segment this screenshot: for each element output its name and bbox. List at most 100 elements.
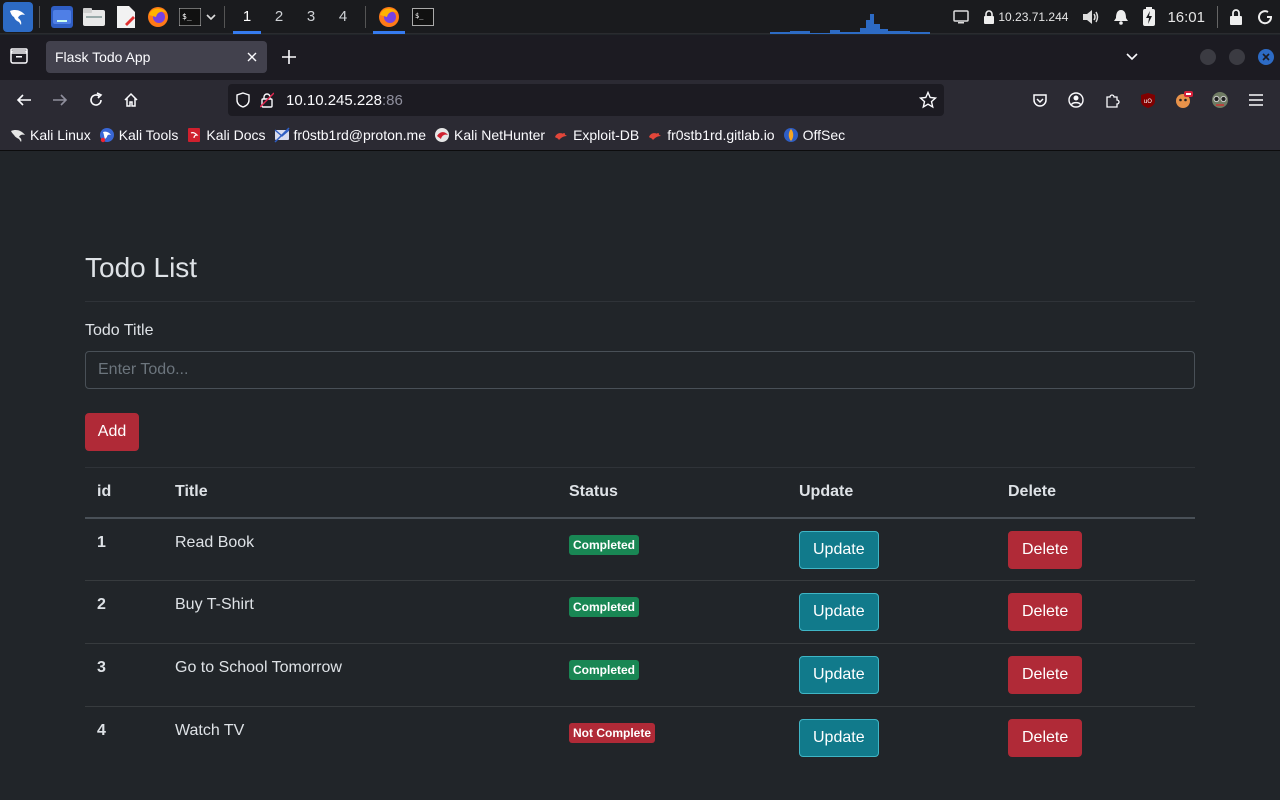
todo-title: Go to School Tomorrow <box>175 659 342 676</box>
todo-id: 2 <box>97 596 106 613</box>
foxyproxy-button[interactable] <box>1174 90 1194 110</box>
kali-menu-button[interactable] <box>3 1 33 32</box>
svg-text:uO: uO <box>1144 98 1153 105</box>
status-badge: Completed <box>569 660 640 680</box>
delete-button[interactable]: Delete <box>1008 593 1083 631</box>
bookmark-label: Kali Linux <box>30 127 91 143</box>
taskbar-firefox-window[interactable] <box>372 0 406 34</box>
show-desktop-launcher[interactable] <box>51 5 73 28</box>
bookmark-proton-mail[interactable]: fr0stb1rd@proton.me <box>273 127 426 143</box>
url-bar[interactable]: 10.10.245.228:86 <box>228 84 944 116</box>
taskbar-terminal-window[interactable]: $_ <box>406 0 440 34</box>
system-tray: 10.23.71.244 16:01 <box>946 0 1280 34</box>
todo-id: 4 <box>97 722 106 739</box>
bookmark-star-button[interactable] <box>918 90 938 114</box>
bookmark-kali-docs[interactable]: Kali Docs <box>186 127 266 143</box>
app-menu-button[interactable] <box>1246 90 1266 110</box>
update-button[interactable]: Update <box>799 593 879 631</box>
table-row: 3 Go to School Tomorrow Completed Update… <box>85 644 1195 707</box>
close-window-button[interactable] <box>1258 49 1274 65</box>
bookmark-kali-linux[interactable]: Kali Linux <box>10 127 91 143</box>
close-tab-button[interactable] <box>240 45 264 69</box>
bookmark-exploit-db[interactable]: Exploit-DB <box>553 127 639 143</box>
extensions-button[interactable] <box>1102 90 1122 110</box>
pocket-button[interactable] <box>1030 90 1050 110</box>
chevron-down-icon <box>206 13 216 20</box>
workspace-3[interactable]: 3 <box>295 0 327 34</box>
shield-icon <box>236 92 250 108</box>
todo-title-input[interactable] <box>85 351 1195 389</box>
text-editor-icon <box>117 5 135 28</box>
hacker-mask-icon <box>1212 92 1228 108</box>
delete-button[interactable]: Delete <box>1008 530 1083 569</box>
firefox-launcher[interactable] <box>147 6 169 28</box>
firefox-icon <box>379 6 399 27</box>
kali-dragon-icon <box>10 9 25 25</box>
arrow-left-icon <box>16 94 31 106</box>
status-badge: Completed <box>569 597 640 617</box>
add-todo-button[interactable]: Add <box>85 413 139 451</box>
lock-screen-button[interactable] <box>1229 9 1243 25</box>
todo-title-label: Todo Title <box>85 322 154 339</box>
tab-flask-todo-app[interactable]: Flask Todo App <box>46 41 267 73</box>
back-button[interactable] <box>14 90 34 110</box>
workspace-4[interactable]: 4 <box>327 0 359 34</box>
text-editor-launcher[interactable] <box>115 5 137 28</box>
panel-separator <box>224 5 225 28</box>
header-delete: Delete <box>1008 483 1057 501</box>
power-status-button[interactable] <box>1142 7 1156 27</box>
todo-table: id Title Status Update Delete 1 Read Boo… <box>85 467 1195 770</box>
vpn-indicator[interactable]: 10.23.71.244 <box>983 10 1068 24</box>
bookmark-label: Kali Tools <box>118 127 179 143</box>
delete-button[interactable]: Delete <box>1008 719 1083 757</box>
workspace-1[interactable]: 1 <box>231 0 263 34</box>
reload-button[interactable] <box>86 90 106 110</box>
workspace-2[interactable]: 2 <box>263 0 295 34</box>
notifications-button[interactable] <box>1114 9 1129 25</box>
table-header-row: id Title Status Update Delete <box>85 467 1195 518</box>
volume-button[interactable] <box>1082 9 1100 25</box>
update-button[interactable]: Update <box>799 656 879 694</box>
ublock-icon: uO <box>1141 93 1155 108</box>
launcher-dropdown[interactable] <box>206 13 218 20</box>
delete-button[interactable]: Delete <box>1008 656 1083 694</box>
update-button[interactable]: Update <box>799 719 879 757</box>
site-info-button[interactable] <box>260 92 276 108</box>
header-update: Update <box>799 483 854 501</box>
minimize-window-button[interactable] <box>1200 49 1216 65</box>
title-divider <box>85 301 1195 302</box>
firefox-view-button[interactable] <box>10 48 28 69</box>
table-row: 4 Watch TV Not Complete Update Delete <box>85 707 1195 770</box>
forward-button[interactable] <box>50 90 70 110</box>
lock-icon <box>1230 9 1242 25</box>
browser-nav-bar: 10.10.245.228:86 uO <box>0 80 1280 120</box>
battery-charging-icon <box>1143 7 1156 26</box>
update-button[interactable]: Update <box>799 530 879 569</box>
new-tab-button[interactable] <box>279 47 299 72</box>
vpn-ip: 10.23.71.244 <box>998 10 1069 24</box>
ublock-origin-button[interactable]: uO <box>1138 90 1158 110</box>
bookmark-kali-nethunter[interactable]: Kali NetHunter <box>434 127 545 143</box>
bookmark-label: Exploit-DB <box>573 127 640 143</box>
svg-text:$_: $_ <box>415 12 424 20</box>
logout-button[interactable] <box>1257 9 1273 25</box>
bookmarks-toolbar: Kali Linux Kali Tools Kali Docs fr0stb1r… <box>0 120 1280 151</box>
tracking-protection-button[interactable] <box>236 92 252 108</box>
bookmark-kali-tools[interactable]: Kali Tools <box>99 127 179 143</box>
list-all-tabs-button[interactable] <box>1124 49 1140 70</box>
extension-hacker-button[interactable] <box>1210 90 1230 110</box>
star-icon <box>918 90 938 109</box>
kali-docs-icon <box>186 127 202 143</box>
terminal-launcher[interactable]: $_ <box>179 6 201 28</box>
bookmark-fr0stb1rd-gitlab[interactable]: fr0stb1rd.gitlab.io <box>647 127 775 143</box>
display-button[interactable] <box>953 10 970 24</box>
maximize-window-button[interactable] <box>1229 49 1245 65</box>
account-button[interactable] <box>1066 90 1086 110</box>
bookmark-offsec[interactable]: OffSec <box>783 127 845 143</box>
power-icon <box>1258 10 1273 25</box>
clock[interactable]: 16:01 <box>1167 9 1205 26</box>
file-manager-launcher[interactable] <box>83 6 105 28</box>
insecure-lock-icon <box>260 92 274 108</box>
home-button[interactable] <box>121 90 141 110</box>
bookmark-label: Kali NetHunter <box>454 127 546 143</box>
